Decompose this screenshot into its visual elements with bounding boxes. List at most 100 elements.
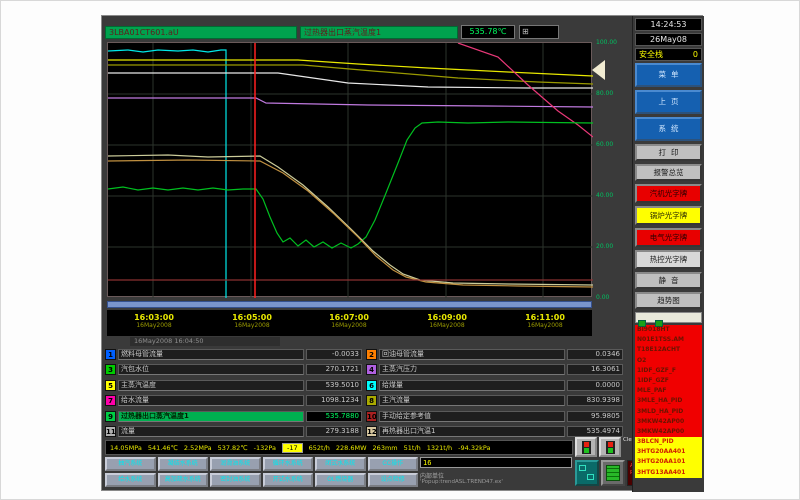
legend-tag-name: 主蒸汽温度	[118, 380, 304, 391]
trend-curve-white-temp	[108, 73, 593, 88]
sidebar-button-上页[interactable]: 上页	[635, 90, 702, 114]
legend-row[interactable]: 6给煤量0.0000	[366, 379, 623, 392]
alarm-tag[interactable]: 3HTG20AA101	[635, 457, 702, 467]
legend-tag-value: 830.9398	[567, 395, 623, 406]
time-tick-date: 16May2008	[317, 322, 381, 329]
legend-tag-name: 过热器出口蒸汽温度1	[118, 411, 304, 422]
sidebar-button-打印[interactable]: 打印	[635, 144, 702, 161]
legend-row[interactable]: 4主蒸汽压力16.3061	[366, 363, 623, 376]
time-tick: 16:11:0016May2008	[513, 313, 577, 329]
legend-pen-number: 8	[366, 395, 377, 406]
legend-tag-name: 汽包水位	[118, 364, 304, 375]
expand-box[interactable]: ⊞	[519, 25, 559, 39]
menu-button-润滑油系统[interactable]: 润滑油系统	[210, 457, 261, 471]
point-indicator-button-2[interactable]	[599, 437, 621, 457]
sidebar-button-趋势图[interactable]: 趋势图	[635, 292, 702, 309]
legend-row[interactable]: 8主汽流量830.9398	[366, 394, 623, 407]
process-status-bar: 14.05MPa541.46℃2.52MPa537.82℃-132Pa-1765…	[105, 440, 573, 455]
y-tick-label: 20.00	[596, 243, 613, 250]
legend-pen-number: 3	[105, 364, 116, 375]
menu-button-循环水系统[interactable]: 循环水系统	[263, 457, 314, 471]
legend-row[interactable]: 9过热器出口蒸汽温度1535.7880	[105, 410, 362, 423]
sidebar-button-锅炉光字牌[interactable]: 锅炉光字牌	[635, 206, 702, 225]
alarm-tag[interactable]: 1IDF_GZF	[635, 376, 702, 386]
menu-button-凝结水系统[interactable]: 凝结水系统	[158, 457, 209, 471]
point-indicator-button-1[interactable]	[575, 437, 597, 457]
info-line-2: 'Popup:trendASL.TREND47.ex'	[420, 479, 503, 485]
status-value: -94.32kPa	[458, 444, 490, 452]
scale-pointer-icon[interactable]	[592, 60, 605, 80]
alarm-tag[interactable]: 3BLCN_PID	[635, 437, 702, 447]
sidebar-button-系统[interactable]: 系统	[635, 117, 702, 141]
sidebar-button-菜单[interactable]: 菜单	[635, 63, 702, 87]
time-tick-date: 16May2008	[415, 322, 479, 329]
legend-tag-value: 539.5010	[306, 380, 362, 391]
legend-tag-name: 回油母管流量	[379, 349, 565, 360]
menu-button-OL燃烧器[interactable]: OL燃烧器	[315, 473, 366, 487]
legend-row[interactable]: 7给水流量1098.1234	[105, 394, 362, 407]
time-tick: 16:03:0016May2008	[122, 313, 186, 329]
menu-button-密封油系统[interactable]: 密封油系统	[210, 473, 261, 487]
alarm-tag[interactable]: BI9018HT	[635, 325, 702, 335]
alarm-tag[interactable]: MLE_PAF	[635, 386, 702, 396]
legend-row[interactable]: 10手动给定参考值95.9805	[366, 410, 623, 423]
menu-button-给水系统[interactable]: 给水系统	[105, 473, 156, 487]
y-tick-label: 80.00	[596, 90, 613, 97]
x-axis-time-labels: 16:03:0016May200816:05:0016May200816:07:…	[107, 310, 592, 336]
menu-button-高加疏水系统[interactable]: 高加疏水系统	[158, 473, 209, 487]
sidebar-button-静音[interactable]: 静音	[635, 272, 702, 289]
legend-tag-name: 再热器出口汽温1	[379, 426, 565, 437]
tag-name-bar[interactable]: 3LBA01CT601.aU	[105, 26, 297, 39]
alarm-tag[interactable]: 3MKW42AP00	[635, 417, 702, 427]
legend-row[interactable]: 3汽包水位270.1721	[105, 363, 362, 376]
alarm-flag-bar[interactable]	[635, 312, 702, 323]
alarm-tag[interactable]: 3MLE_HA_PID	[635, 396, 702, 406]
alarm-tag[interactable]: 3MLD_HA_PID	[635, 407, 702, 417]
alarm-tag[interactable]: N01E1TSS.AM	[635, 335, 702, 345]
alarm-tag[interactable]: T18E12ACHT	[635, 345, 702, 355]
menu-button-开式水系统[interactable]: 开式水系统	[263, 473, 314, 487]
grid-view-button[interactable]	[601, 460, 625, 486]
trend-curve-purple-pressure	[108, 98, 593, 107]
menu-button-设点检修[interactable]: 设点检修	[368, 473, 419, 487]
legend-column-left: 1燃料母管流量-0.0033 3汽包水位270.1721 5主蒸汽温度539.501…	[105, 348, 362, 440]
menu-button-CC操作[interactable]: CC操作	[368, 457, 419, 471]
legend-tag-name: 给煤量	[379, 380, 565, 391]
legend-row[interactable]: 11流量279.3188	[105, 425, 362, 438]
legend-tag-value: 16.3061	[567, 364, 623, 375]
legend-row[interactable]: 2回油母管流量0.0346	[366, 348, 623, 361]
sidebar-button-报警总览[interactable]: 报警总览	[635, 164, 702, 181]
sidebar-button-电气光字牌[interactable]: 电气光字牌	[635, 228, 702, 247]
status-value: -17	[282, 443, 303, 453]
safety-stack-display: 安全栈 0	[635, 48, 702, 61]
legend-row[interactable]: 12再热器出口汽温1535.4974	[366, 425, 623, 438]
legend-pen-number: 6	[366, 380, 377, 391]
alarm-tag[interactable]: 3MKW42AP00	[635, 427, 702, 437]
alarm-tag[interactable]: 3HTG13AA401	[635, 468, 702, 478]
sidebar-button-热控光字牌[interactable]: 热控光字牌	[635, 250, 702, 269]
trend-plot-area[interactable]	[107, 42, 592, 297]
trend-curve-olive-temp-2	[108, 65, 593, 84]
y-tick-label: 0.00	[596, 294, 609, 301]
tag-description-bar[interactable]: 过热器出口蒸汽温度1	[300, 26, 458, 39]
menu-button-闭式水系统[interactable]: 闭式水系统	[315, 457, 366, 471]
alarm-tag[interactable]: 1IDF_GZF_F	[635, 366, 702, 376]
trend-curve-tan-flow-2	[108, 160, 593, 287]
time-tick-date: 16May2008	[122, 322, 186, 329]
status-value: 2.52MPa	[184, 444, 212, 452]
legend-row[interactable]: 1燃料母管流量-0.0033	[105, 348, 362, 361]
legend-tag-name: 给水流量	[118, 395, 304, 406]
legend-row[interactable]: 5主蒸汽温度539.5010	[105, 379, 362, 392]
command-input[interactable]	[420, 457, 572, 468]
sidebar-buttons: 菜单上页系统打印报警总览汽机光字牌锅炉光字牌电气光字牌热控光字牌静音趋势图	[635, 63, 702, 309]
flow-diagram-button[interactable]	[575, 460, 599, 486]
menu-button-抽汽系统[interactable]: 抽汽系统	[105, 457, 156, 471]
sidebar-button-汽机光字牌[interactable]: 汽机光字牌	[635, 184, 702, 203]
trend-app-window: 3LBA01CT601.aU 过热器出口蒸汽温度1 535.78℃ ⊞ 100.…	[101, 15, 703, 491]
y-tick-label: 40.00	[596, 192, 613, 199]
alarm-tag[interactable]: 3HTG20AA401	[635, 447, 702, 457]
alarm-tag[interactable]: O2	[635, 356, 702, 366]
time-scrollbar[interactable]	[107, 301, 592, 308]
legend-pen-number: 10	[366, 411, 377, 422]
status-value: 652t/h	[309, 444, 330, 452]
